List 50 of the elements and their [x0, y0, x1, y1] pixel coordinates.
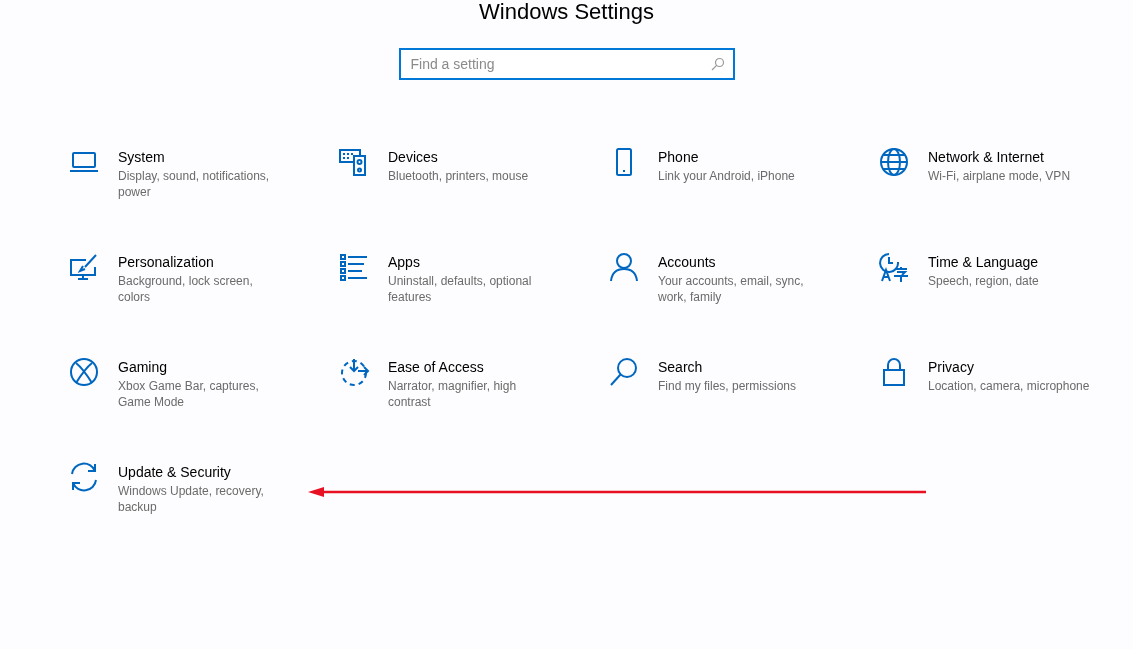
settings-category[interactable]: Personalization Background, lock screen, colors — [68, 251, 338, 327]
category-title: Privacy — [928, 358, 975, 376]
category-description: Find my files, permissions — [658, 378, 798, 394]
settings-category[interactable]: Apps Uninstall, defaults, optional features — [338, 251, 608, 327]
settings-category[interactable]: Update & Security Windows Update, recovery, backup — [68, 461, 338, 537]
settings-category[interactable]: Phone Link your Android, iPhone — [608, 146, 878, 222]
category-title: System — [118, 148, 166, 166]
category-title: Search — [658, 358, 704, 376]
settings-category[interactable]: Privacy Location, camera, microphone — [878, 356, 1133, 432]
settings-category[interactable]: System Display, sound, notifications, power — [68, 146, 338, 222]
category-title: Ease of Access — [388, 358, 485, 376]
search-icon — [710, 57, 725, 71]
category-description: Windows Update, recovery, backup — [118, 483, 265, 515]
category-description: Speech, region, date — [928, 273, 1040, 289]
category-title: Network & Internet — [928, 148, 1045, 166]
category-description: Wi-Fi, airplane mode, VPN — [928, 168, 1072, 184]
category-title: Devices — [388, 148, 439, 166]
xbox-icon — [68, 356, 100, 388]
category-title: Time & Language — [928, 253, 1039, 271]
category-description: Your accounts, email, sync, work, family — [658, 273, 805, 305]
list-icon — [338, 251, 370, 283]
category-title: Apps — [388, 253, 421, 271]
settings-category[interactable]: Accounts Your accounts, email, sync, work, family — [608, 251, 878, 327]
category-description: Location, camera, microphone — [928, 378, 1091, 394]
category-title: Gaming — [118, 358, 169, 376]
category-description: Bluetooth, printers, mouse — [388, 168, 530, 184]
settings-category[interactable]: Gaming Xbox Game Bar, captures, Game Mode — [68, 356, 338, 432]
clock-letter-icon — [878, 251, 910, 283]
search-field[interactable]: Find a setting — [398, 48, 735, 80]
category-description: Xbox Game Bar, captures, Game Mode — [118, 378, 260, 410]
person-icon — [608, 251, 640, 283]
category-description: Background, lock screen, colors — [118, 273, 254, 305]
category-description: Uninstall, defaults, optional features — [388, 273, 533, 305]
category-description: Narrator, magnifier, high contrast — [388, 378, 518, 410]
category-title: Update & Security — [118, 463, 232, 481]
settings-category[interactable]: Time & Language Speech, region, date — [878, 251, 1133, 327]
category-title: Accounts — [658, 253, 717, 271]
category-description: Link your Android, iPhone — [658, 168, 796, 184]
category-title: Personalization — [118, 253, 215, 271]
settings-category[interactable]: Devices Bluetooth, printers, mouse — [338, 146, 608, 222]
magnifier-icon — [608, 356, 640, 388]
category-description: Display, sound, notifications, power — [118, 168, 271, 200]
globe-icon — [878, 146, 910, 178]
category-title: Phone — [658, 148, 700, 166]
window-title: Windows Settings — [479, 0, 654, 24]
circular-arrows-icon — [68, 461, 100, 493]
settings-category[interactable]: Search Find my files, permissions — [608, 356, 878, 432]
settings-category[interactable]: Ease of Access Narrator, magnifier, high contrast — [338, 356, 608, 432]
dashed-circle-arrow-icon — [338, 356, 370, 388]
settings-category[interactable]: Network & Internet Wi-Fi, airplane mode, VPN — [878, 146, 1133, 222]
